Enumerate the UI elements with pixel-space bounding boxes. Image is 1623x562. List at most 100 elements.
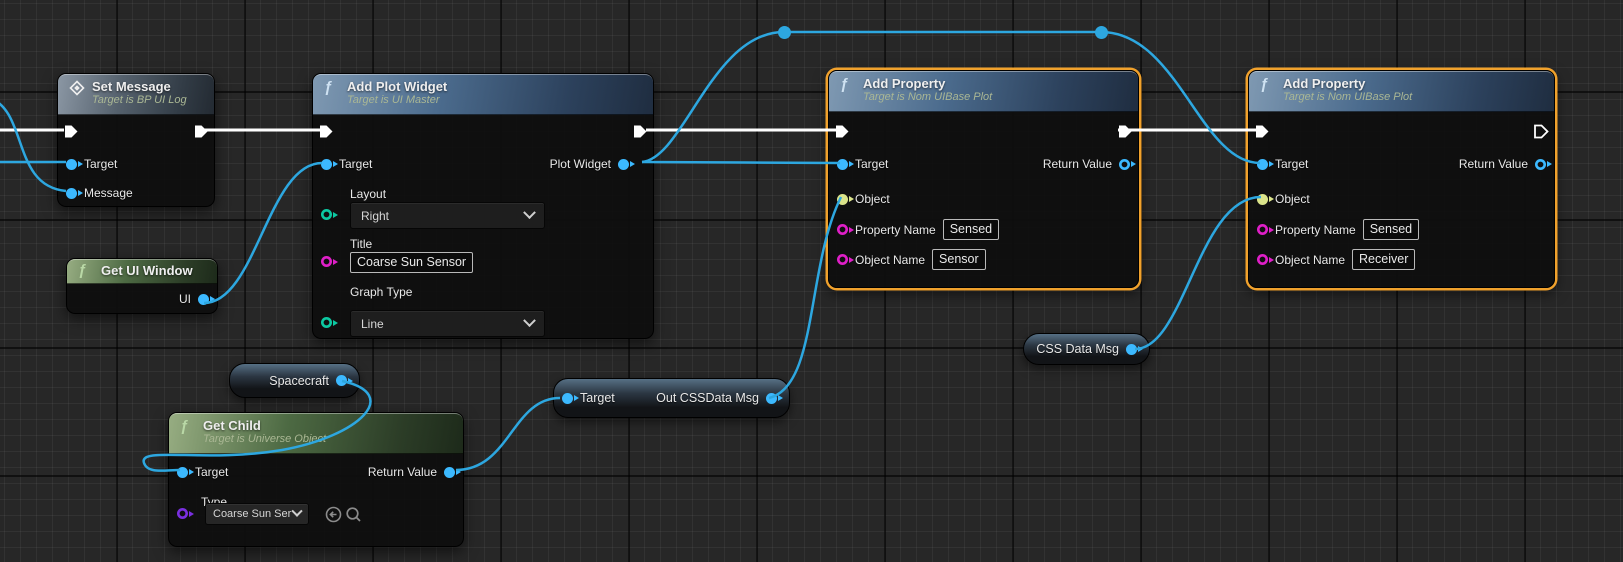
pin-label: Target (339, 157, 372, 171)
out-cssdata-msg-pin[interactable] (766, 393, 777, 404)
use-selected-asset-icon[interactable] (325, 506, 342, 528)
chevron-down-icon (291, 506, 302, 517)
exec-in-pin[interactable] (1254, 124, 1270, 139)
layout-pin[interactable] (321, 209, 332, 220)
type-dropdown[interactable]: Coarse Sun Ser (205, 503, 309, 525)
node-subtitle: Target is Nom UIBase Plot (1283, 91, 1544, 104)
target-pin[interactable] (837, 159, 848, 170)
object-pin[interactable] (1257, 194, 1268, 205)
pin-label: Object (1275, 192, 1310, 206)
node-title: Add Plot Widget (347, 79, 643, 94)
target-pin[interactable] (321, 159, 332, 170)
exec-out-pin[interactable] (1117, 124, 1133, 139)
exec-out-pin[interactable] (1533, 124, 1549, 139)
target-pin[interactable] (1257, 159, 1268, 170)
node-add-plot-widget[interactable]: ƒ Add Plot Widget Target is UI Master Ta… (312, 73, 654, 339)
exec-out-pin[interactable] (632, 124, 648, 139)
target-pin[interactable] (562, 393, 573, 404)
return-value-pin[interactable] (1535, 159, 1546, 170)
exec-in-pin[interactable] (63, 124, 79, 139)
property-name-input[interactable]: Sensed (943, 219, 999, 240)
node-get-child[interactable]: ƒ Get Child Target is Universe Object Ta… (168, 412, 464, 547)
chevron-down-icon (523, 206, 536, 219)
object-name-pin[interactable] (1257, 254, 1268, 265)
object-pin[interactable] (837, 194, 848, 205)
blueprint-canvas[interactable]: Set Message Target is BP UI Log Target M… (0, 0, 1623, 562)
pin-label: Return Value (1043, 157, 1112, 171)
layout-label: Layout (350, 187, 386, 201)
type-dropdown-value: Coarse Sun Ser (213, 508, 291, 520)
target-pin[interactable] (66, 159, 77, 170)
chevron-down-icon (523, 314, 536, 327)
node-title: Add Property (863, 76, 1128, 91)
type-pin[interactable] (177, 508, 188, 519)
node-title: Add Property (1283, 76, 1544, 91)
function-icon: ƒ (324, 80, 340, 96)
target-pin[interactable] (177, 467, 188, 478)
browse-magnifier-icon[interactable] (345, 506, 362, 528)
pin-label: Target (84, 157, 117, 171)
css-data-msg-out-pin[interactable] (1126, 344, 1137, 355)
function-icon: ƒ (840, 77, 856, 93)
function-icon: ƒ (78, 263, 94, 279)
title-input[interactable]: Coarse Sun Sensor (350, 252, 473, 273)
exec-in-pin[interactable] (834, 124, 850, 139)
node-add-property-1[interactable]: ƒ Add Property Target is Nom UIBase Plot… (828, 70, 1139, 288)
object-name-input[interactable]: Receiver (1352, 249, 1415, 270)
wire-ui-to-plot-widget-target (204, 163, 322, 303)
property-name-pin[interactable] (837, 224, 848, 235)
graph-type-dropdown-value: Line (361, 317, 384, 331)
pin-label: Target (1275, 157, 1308, 171)
pin-label: Target (195, 465, 228, 479)
pin-label: Object Name (1275, 253, 1345, 267)
wire-plot-widget-to-add-property-1-target (642, 162, 840, 163)
exec-out-pin[interactable] (193, 124, 209, 139)
title-pin[interactable] (321, 256, 332, 267)
pin-label: Object Name (855, 253, 925, 267)
pin-label: Out CSSData Msg (656, 391, 759, 405)
add-property-1-header: ƒ Add Property Target is Nom UIBase Plot (829, 71, 1138, 112)
get-child-header: ƒ Get Child Target is Universe Object (169, 413, 463, 454)
node-get-ui-window[interactable]: ƒ Get UI Window UI (66, 258, 218, 314)
get-ui-window-header: ƒ Get UI Window (67, 259, 217, 284)
object-name-pin[interactable] (837, 254, 848, 265)
wire-get-child-return-to-converter-target (456, 398, 560, 470)
object-name-input[interactable]: Sensor (932, 249, 986, 270)
set-message-header: Set Message Target is BP UI Log (58, 74, 214, 115)
node-subtitle: Target is BP UI Log (92, 94, 204, 107)
pin-label: Return Value (1459, 157, 1528, 171)
layout-dropdown-value: Right (361, 209, 389, 223)
node-add-property-2[interactable]: ƒ Add Property Target is Nom UIBase Plot… (1248, 70, 1555, 288)
node-title: Set Message (92, 79, 204, 94)
graph-type-pin[interactable] (321, 317, 332, 328)
property-name-input[interactable]: Sensed (1363, 219, 1419, 240)
pin-label: UI (179, 292, 191, 306)
pin-label: Plot Widget (550, 157, 611, 171)
graph-type-dropdown[interactable]: Line (350, 310, 545, 337)
pin-label: Property Name (1275, 223, 1356, 237)
pin-label: Return Value (368, 465, 437, 479)
message-pin[interactable] (66, 188, 77, 199)
ui-out-pin[interactable] (198, 294, 209, 305)
plot-widget-out-pin[interactable] (618, 159, 629, 170)
spacecraft-out-pin[interactable] (336, 375, 347, 386)
node-spacecraft-variable[interactable]: Spacecraft (229, 363, 360, 398)
pin-label: Target (580, 391, 615, 405)
node-css-data-msg-variable[interactable]: CSS Data Msg (1023, 333, 1150, 365)
variable-label: CSS Data Msg (1036, 342, 1119, 356)
node-css-data-converter[interactable]: Target Out CSSData Msg (553, 378, 790, 418)
reroute-node-2[interactable] (1095, 26, 1108, 39)
layout-dropdown[interactable]: Right (350, 202, 545, 229)
exec-in-pin[interactable] (318, 124, 334, 139)
reroute-node-1[interactable] (778, 26, 791, 39)
return-value-pin[interactable] (1119, 159, 1130, 170)
event-diamond-icon (69, 80, 85, 96)
node-subtitle: Target is UI Master (347, 94, 643, 107)
pin-label: Object (855, 192, 890, 206)
node-set-message[interactable]: Set Message Target is BP UI Log Target M… (57, 73, 215, 207)
node-subtitle: Target is Universe Object (203, 433, 453, 446)
wire-css-data-msg-to-add-property-2-object (1135, 197, 1261, 349)
property-name-pin[interactable] (1257, 224, 1268, 235)
return-value-pin[interactable] (444, 467, 455, 478)
node-title: Get Child (203, 418, 453, 433)
